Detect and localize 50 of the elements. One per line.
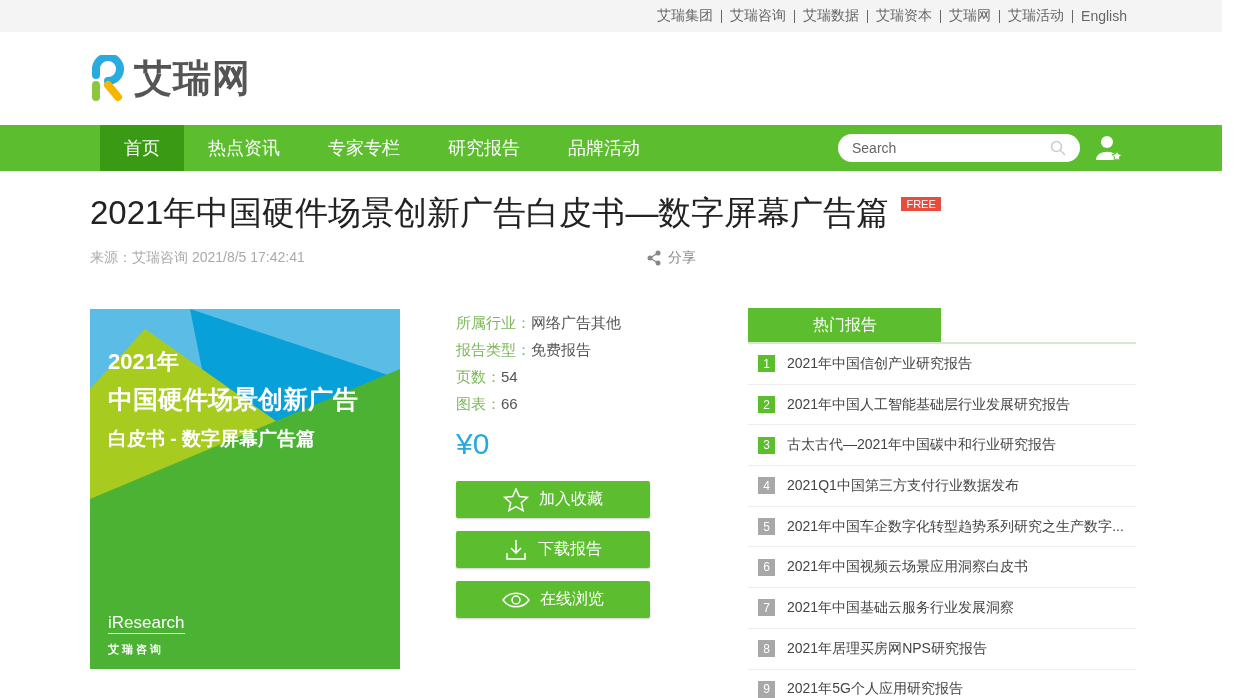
rank-badge: 1 [758,355,775,373]
top-link[interactable]: 艾瑞集团 [657,7,714,25]
rank-badge: 2 [758,396,775,414]
info-value: 54 [501,368,518,385]
logo-icon [90,54,126,103]
info-label: 报告类型： [456,341,531,358]
download-icon [504,537,528,562]
share-icon [646,250,662,266]
rank-badge: 5 [758,518,775,536]
report-link[interactable]: 6 2021年中国视频云场景应用洞察白皮书 [748,547,1136,589]
article-meta: 来源：艾瑞咨询 2021/8/5 17:42:41 [90,249,305,267]
rank-badge: 8 [758,640,775,658]
top-link[interactable]: 艾瑞网 [949,7,992,25]
report-link[interactable]: 7 2021年中国基础云服务行业发展洞察 [748,588,1136,629]
user-icon[interactable] [1096,135,1122,161]
report-link[interactable]: 8 2021年居理买房网NPS研究报告 [748,628,1136,670]
price: ¥0 [456,427,490,461]
info-label: 页数： [456,368,501,385]
rank-badge: 4 [758,477,775,495]
cover-brand-cn: 艾 瑞 咨 询 [108,642,162,657]
report-link[interactable]: 1 2021年中国信创产业研究报告 [748,344,1136,385]
search-icon [1050,140,1066,156]
rank-badge: 9 [758,680,775,698]
report-link[interactable]: 9 2021年5G个人应用研究报告 [748,669,1136,698]
nav-tab[interactable]: 首页 [100,125,184,171]
article-title: 2021年中国硬件场景创新广告白皮书—数字屏幕广告篇 [90,193,890,233]
search-field[interactable]: Search [838,134,1080,162]
rank-badge: 3 [758,436,775,454]
star-icon [503,487,529,512]
top-link[interactable]: 艾瑞数据 [803,7,860,25]
report-link[interactable]: 2 2021年中国人工智能基础层行业发展研究报告 [748,384,1136,426]
info-value: 免费报告 [531,341,591,358]
logo-text: 艾瑞网 [134,56,251,101]
cover-subtitle: 白皮书 - 数字屏幕广告篇 [108,427,315,451]
top-link[interactable]: 艾瑞活动 [1008,7,1065,25]
free-badge: FREE [901,197,941,211]
cover-brand: iResearch [108,613,185,634]
share-link[interactable]: 分享 [646,249,696,267]
top-link[interactable]: English [1081,8,1127,24]
report-link[interactable]: 3 古太古代—2021年中国碳中和行业研究报告 [748,425,1136,467]
info-label: 图表： [456,395,501,412]
info-value: 网络广告其他 [531,314,621,331]
info-value: 66 [501,395,518,412]
rank-badge: 6 [758,558,775,576]
report-link[interactable]: 4 2021Q1中国第三方支付行业数据发布 [748,466,1136,507]
top-link[interactable]: 艾瑞咨询 [730,7,787,25]
top-link[interactable]: 艾瑞资本 [876,7,933,25]
info-label: 所属行业： [456,314,531,331]
report-link[interactable]: 5 2021年中国车企数字化转型趋势系列研究之生产数字... [748,506,1136,548]
rank-badge: 7 [758,599,775,617]
